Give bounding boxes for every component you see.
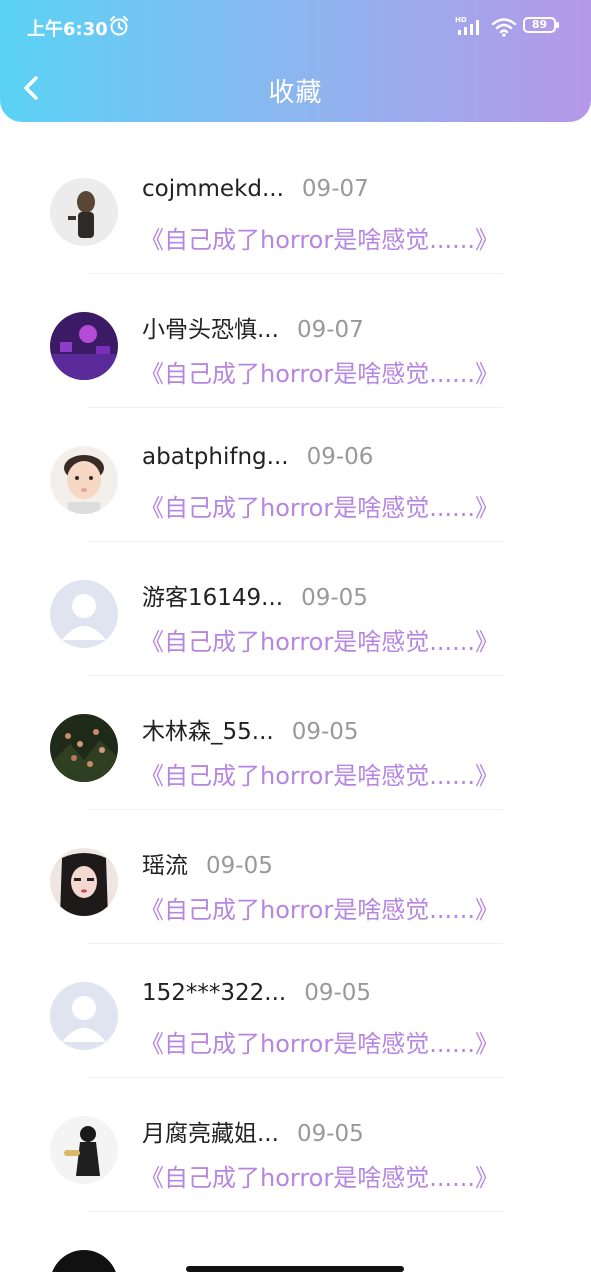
- favorite-date: 09-05: [206, 853, 273, 879]
- favorites-list: cojmmekd... 09-07 《自己成了horror是啥感觉......》 …: [0, 140, 591, 1212]
- avatar[interactable]: [50, 1250, 118, 1272]
- avatar[interactable]: [50, 580, 118, 648]
- list-item-partial[interactable]: [0, 1212, 591, 1272]
- favorite-date: 09-07: [301, 176, 369, 202]
- story-title-link[interactable]: 《自己成了horror是啥感觉......》: [140, 488, 499, 523]
- story-title-link[interactable]: 《自己成了horror是啥感觉......》: [140, 220, 499, 255]
- user-name: 游客16149...: [142, 585, 284, 611]
- story-title-link[interactable]: 《自己成了horror是啥感觉......》: [140, 1024, 499, 1059]
- battery-icon: 89: [523, 17, 559, 33]
- avatar[interactable]: [50, 446, 118, 514]
- favorite-date: 09-05: [291, 719, 359, 745]
- page-title: 收藏: [268, 78, 323, 108]
- list-item[interactable]: 瑶流 09-05 《自己成了horror是啥感觉......》: [0, 810, 591, 944]
- story-title-link[interactable]: 《自己成了horror是啥感觉......》: [140, 756, 499, 791]
- alarm-icon: [110, 16, 128, 36]
- story-title-link[interactable]: 《自己成了horror是啥感觉......》: [140, 1158, 499, 1193]
- user-avatar-image: [50, 312, 118, 380]
- home-indicator[interactable]: [186, 1266, 404, 1272]
- story-title-link[interactable]: 《自己成了horror是啥感觉......》: [140, 622, 499, 657]
- default-avatar-icon: [50, 982, 118, 1050]
- status-time: 上午6:30: [27, 19, 108, 40]
- user-name: 瑶流: [142, 853, 188, 879]
- favorite-date: 09-07: [296, 317, 364, 343]
- user-name: 月腐亮藏姐...: [142, 1121, 279, 1147]
- avatar[interactable]: [50, 982, 118, 1050]
- user-name: 小骨头恐慎...: [142, 317, 279, 343]
- favorite-date: 09-05: [301, 585, 368, 611]
- wifi-icon: [491, 18, 517, 37]
- list-item[interactable]: cojmmekd... 09-07 《自己成了horror是啥感觉......》: [0, 140, 591, 274]
- favorite-date: 09-05: [296, 1121, 364, 1147]
- user-name: abatphifng...: [142, 444, 289, 470]
- avatar[interactable]: [50, 312, 118, 380]
- favorite-date: 09-05: [304, 980, 372, 1006]
- user-avatar-image: [50, 848, 118, 916]
- default-avatar-icon: [50, 580, 118, 648]
- story-title-link[interactable]: 《自己成了horror是啥感觉......》: [140, 890, 499, 925]
- list-item[interactable]: 木林森_55... 09-05 《自己成了horror是啥感觉......》: [0, 676, 591, 810]
- signal-icon: HD: [455, 16, 479, 35]
- user-avatar-image: [50, 178, 118, 246]
- user-avatar-image: [50, 446, 118, 514]
- avatar[interactable]: [50, 1116, 118, 1184]
- user-avatar-image: [50, 714, 118, 782]
- user-name: cojmmekd...: [142, 176, 284, 202]
- svg-text:HD: HD: [455, 16, 467, 24]
- header-bar: 上午6:30 HD 89 收藏: [0, 0, 591, 122]
- status-bar: 上午6:30 HD 89: [0, 0, 591, 56]
- favorite-date: 09-06: [306, 444, 374, 470]
- story-title-link[interactable]: 《自己成了horror是啥感觉......》: [140, 354, 499, 389]
- list-item[interactable]: abatphifng... 09-06 《自己成了horror是啥感觉......…: [0, 408, 591, 542]
- user-name: 152***322...: [142, 980, 287, 1006]
- avatar[interactable]: [50, 714, 118, 782]
- user-name: 木林森_55...: [142, 719, 274, 745]
- avatar[interactable]: [50, 178, 118, 246]
- list-item[interactable]: 游客16149... 09-05 《自己成了horror是啥感觉......》: [0, 542, 591, 676]
- avatar[interactable]: [50, 848, 118, 916]
- list-item[interactable]: 小骨头恐慎... 09-07 《自己成了horror是啥感觉......》: [0, 274, 591, 408]
- list-item[interactable]: 152***322... 09-05 《自己成了horror是啥感觉......》: [0, 944, 591, 1078]
- user-avatar-image: [50, 1116, 118, 1184]
- list-item[interactable]: 月腐亮藏姐... 09-05 《自己成了horror是啥感觉......》: [0, 1078, 591, 1212]
